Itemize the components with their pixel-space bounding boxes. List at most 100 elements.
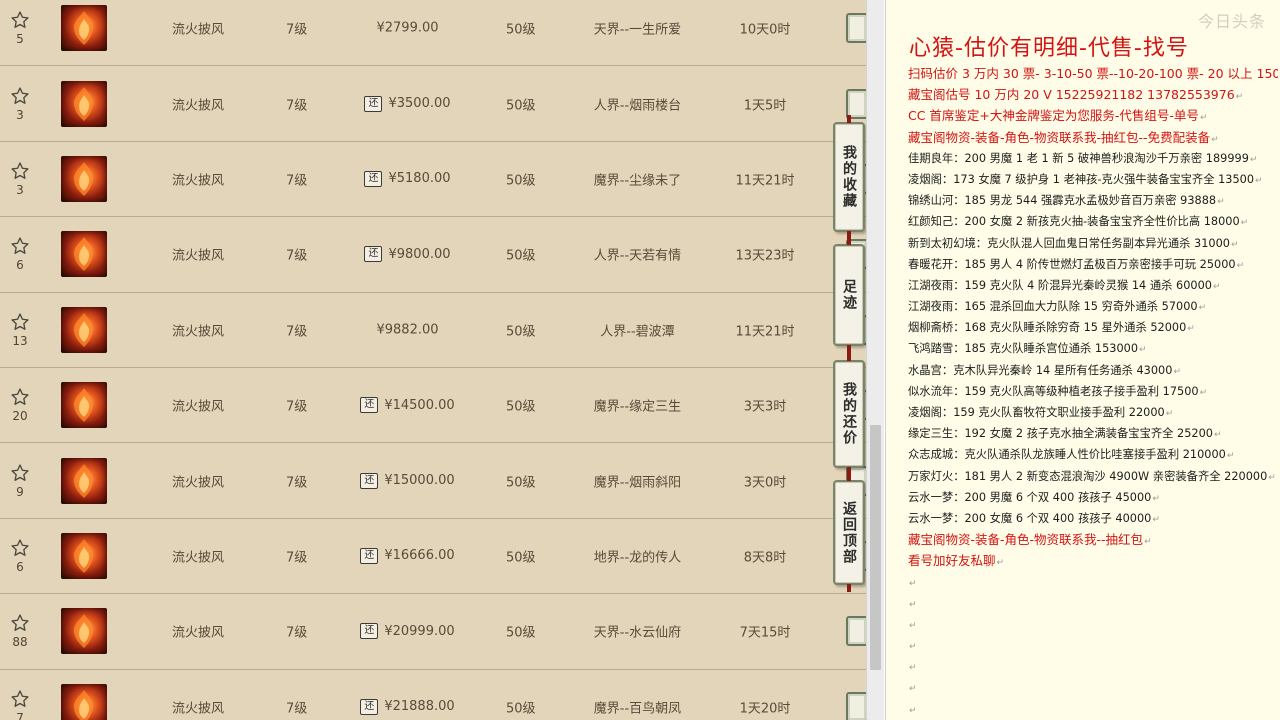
star-outline-icon (6, 10, 34, 30)
flame-cloak-icon[interactable] (61, 382, 107, 429)
favorite-count: 7 (16, 710, 24, 720)
item-grade: 7级 (286, 22, 308, 38)
item-price: ¥16666.00 (384, 548, 455, 564)
paragraph-mark-icon: ↵ (996, 558, 1005, 569)
notes-line-text: 锦绣山河：185 男龙 544 强霹克水孟极妙音百万亲密 93888 (908, 194, 1217, 208)
item-name[interactable]: 流火披风 (172, 94, 224, 113)
flame-cloak-icon[interactable] (61, 608, 107, 655)
notes-line: ↵ (908, 677, 1278, 698)
notes-line-text: 藏宝阁物资-装备-角色-物资联系我--抽红包 (908, 532, 1144, 548)
paragraph-mark-icon: ↵ (1230, 239, 1239, 250)
paragraph-mark-icon: ↵ (1214, 430, 1222, 441)
listing-row[interactable]: 3 流火披风 7级 还 ¥5180.00 50级 魔界--尘缘未了 11天21时 (0, 142, 866, 218)
notes-headline: 心猿-估价有明细-代售-找号 (909, 36, 1189, 61)
notes-line: 水晶宫：克木队异光秦岭 14 星所有任务通杀 43000↵ (908, 360, 1278, 381)
favorite-count: 6 (16, 559, 24, 574)
row-action-button[interactable] (846, 616, 866, 647)
scrollbar-thumb[interactable] (870, 425, 881, 670)
paragraph-mark-icon: ↵ (909, 642, 917, 653)
item-name[interactable]: 流火披风 (172, 19, 224, 38)
flame-cloak-icon[interactable] (61, 155, 107, 202)
paragraph-mark-icon: ↵ (1199, 387, 1208, 398)
item-name[interactable]: 流火披风 (172, 396, 224, 415)
notes-line-text: 红颜知己：200 女魔 2 新孩克火抽-装备宝宝齐全性价比高 18000 (908, 215, 1240, 229)
item-price: ¥9800.00 (388, 246, 451, 262)
favorite-toggle[interactable]: 9 (6, 463, 34, 499)
item-level: 50级 (506, 701, 536, 717)
footprints-button[interactable]: 足迹 (833, 244, 865, 346)
listing-scrollbar[interactable] (866, 0, 884, 720)
listing-row[interactable]: 6 流火披风 7级 还 ¥9800.00 50级 人界--天若有情 13天23时 (0, 217, 866, 293)
listing-row[interactable]: 6 流火披风 7级 还 ¥16666.00 50级 地界--龙的传人 8天8时 (0, 519, 866, 595)
flame-cloak-icon[interactable] (61, 231, 107, 278)
notes-line: 红颜知己：200 女魔 2 新孩克火抽-装备宝宝齐全性价比高 18000↵ (908, 211, 1278, 232)
notes-line-text: 藏宝阁估号 10 万内 20 V 15225921182 13782553976 (908, 87, 1235, 103)
favorite-toggle[interactable]: 88 (6, 613, 34, 649)
row-action-button[interactable] (846, 691, 866, 720)
favorite-toggle[interactable]: 13 (6, 312, 34, 348)
listing-row[interactable]: 9 流火披风 7级 还 ¥15000.00 50级 魔界--烟雨斜阳 3天0时 (0, 443, 866, 519)
item-time-left: 1天5时 (743, 98, 787, 114)
favorite-toggle[interactable]: 5 (6, 10, 34, 46)
flame-cloak-icon[interactable] (61, 457, 107, 504)
notes-line: ↵ (908, 699, 1278, 720)
star-outline-icon (6, 387, 34, 407)
item-time-left: 1天20时 (739, 701, 791, 717)
favorite-toggle[interactable]: 3 (6, 161, 34, 197)
item-price-cell: 还 ¥16666.00 (360, 547, 455, 564)
favorite-toggle[interactable]: 3 (6, 86, 34, 122)
item-server: 人界--烟雨楼台 (593, 98, 682, 114)
my-favorites-button[interactable]: 我的收藏 (833, 122, 865, 232)
listing-row[interactable]: 20 流火披风 7级 还 ¥14500.00 50级 魔界--缘定三生 3天3时 (0, 368, 866, 444)
item-time-left: 11天21时 (735, 324, 795, 340)
notes-line: 似水流年：159 克火队高等级种植老孩子接手盈利 17500↵ (908, 381, 1278, 402)
item-name[interactable]: 流火披风 (172, 169, 224, 188)
paragraph-mark-icon: ↵ (1255, 175, 1263, 186)
favorite-toggle[interactable]: 6 (6, 538, 34, 574)
listing-row[interactable]: 13 流火披风 7级 ¥9882.00 50级 人界--碧波潭 11天21时 (0, 293, 866, 368)
listing-row[interactable]: 88 流火披风 7级 还 ¥20999.00 50级 天界--水云仙府 7天15… (0, 594, 866, 670)
notes-line: ↵ (908, 656, 1278, 677)
flame-cloak-icon[interactable] (61, 5, 107, 52)
item-name[interactable]: 流火披风 (172, 320, 224, 339)
item-name[interactable]: 流火披风 (172, 622, 224, 641)
listing-row[interactable]: 5 流火披风 7级 ¥2799.00 50级 天界--一生所爱 10天0时 (0, 0, 866, 67)
back-to-top-button[interactable]: 返回顶部 (833, 480, 865, 585)
listing-row[interactable]: 7 流火披风 7级 还 ¥21888.00 50级 魔界--百鸟朝凤 1天20时 (0, 670, 866, 720)
item-name[interactable]: 流火披风 (172, 697, 224, 716)
star-outline-icon (6, 689, 34, 709)
notes-line-text: 缘定三生：192 女魔 2 孩子克水抽全满装备宝宝齐全 25200 (908, 427, 1213, 441)
flame-cloak-icon[interactable] (61, 532, 107, 579)
flame-cloak-icon[interactable] (61, 683, 107, 720)
favorite-toggle[interactable]: 20 (6, 387, 34, 423)
item-grade: 7级 (286, 701, 308, 717)
item-price: ¥15000.00 (384, 473, 455, 489)
item-grade: 7级 (286, 550, 308, 566)
my-bargain-button[interactable]: 我的还价 (833, 360, 865, 468)
favorite-toggle[interactable]: 6 (6, 236, 34, 272)
item-time-left: 11天21时 (735, 173, 795, 189)
listing-row[interactable]: 3 流火披风 7级 还 ¥3500.00 50级 人界--烟雨楼台 1天5时 (0, 66, 866, 142)
flame-cloak-icon[interactable] (61, 80, 107, 127)
item-name[interactable]: 流火披风 (172, 546, 224, 565)
notes-line-text: 藏宝阁物资-装备-角色-物资联系我-抽红包--免费配装备 (908, 129, 1211, 145)
notes-line-text: 春暖花开：185 男人 4 阶传世燃灯孟极百万亲密接手可玩 25000 (908, 257, 1236, 271)
favorite-toggle[interactable]: 7 (6, 689, 34, 720)
star-outline-icon (6, 613, 34, 633)
paragraph-mark-icon: ↵ (1165, 409, 1174, 419)
item-price: ¥9882.00 (376, 322, 439, 338)
notes-line: 凌烟阁：159 克火队畜牧符文职业接手盈利 22000↵ (908, 402, 1278, 423)
item-name[interactable]: 流火披风 (172, 245, 224, 264)
notes-line-text: 云水一梦：200 女魔 6 个双 400 孩孩子 40000 (908, 511, 1152, 525)
notes-panel: 今日头条 心猿-估价有明细-代售-找号 扫码估价 3 万内 30 票- 3-10… (885, 0, 1280, 720)
notes-line-text: 看号加好友私聊 (908, 553, 996, 569)
flame-cloak-icon[interactable] (61, 306, 107, 353)
item-level: 50级 (506, 248, 536, 264)
item-level: 50级 (506, 22, 536, 38)
favorite-count: 3 (16, 107, 24, 122)
item-price-cell: 还 ¥20999.00 (360, 623, 455, 640)
item-time-left: 8天8时 (743, 550, 787, 566)
item-name[interactable]: 流火披风 (172, 471, 224, 490)
row-action-button[interactable] (846, 13, 866, 44)
paragraph-mark-icon: ↵ (909, 599, 917, 610)
